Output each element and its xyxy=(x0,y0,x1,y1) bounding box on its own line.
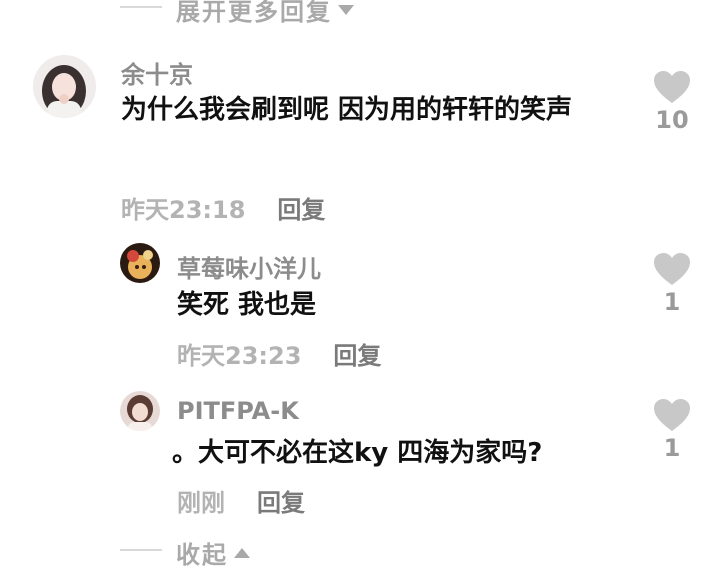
comment-time: 昨天23:18 xyxy=(121,196,246,224)
reply-time: 刚刚 xyxy=(177,489,225,517)
reply-meta: 昨天23:23 回复 xyxy=(177,336,381,371)
caret-down-icon xyxy=(338,4,354,15)
heart-icon xyxy=(654,253,690,285)
avatar[interactable] xyxy=(120,243,160,283)
avatar-image xyxy=(120,243,160,283)
avatar[interactable] xyxy=(120,391,160,431)
reply-button[interactable]: 回复 xyxy=(333,336,381,371)
comment-text: 为什么我会刷到呢 因为用的轩轩的笑声 xyxy=(121,95,573,125)
expand-more-replies-button[interactable]: 展开更多回复 xyxy=(176,0,354,27)
heart-icon xyxy=(654,399,690,431)
like-button[interactable]: 10 xyxy=(642,70,702,134)
reply-username[interactable]: PITFPA-K xyxy=(177,397,299,425)
like-button[interactable]: 1 xyxy=(642,252,702,316)
reply-button[interactable]: 回复 xyxy=(277,190,325,225)
collapse-replies-label: 收起 xyxy=(176,541,228,569)
comment-meta: 昨天23:18 回复 xyxy=(121,190,325,225)
reply-text: 笑死 我也是 xyxy=(177,290,317,320)
like-count: 1 xyxy=(663,434,681,462)
expand-divider-line xyxy=(120,6,162,8)
heart-icon xyxy=(654,71,690,103)
reply-time: 昨天23:23 xyxy=(177,342,302,370)
like-button[interactable]: 1 xyxy=(642,398,702,462)
like-count: 10 xyxy=(655,106,689,134)
avatar-image xyxy=(120,391,160,431)
reply-button[interactable]: 回复 xyxy=(257,483,305,518)
expand-more-replies-label: 展开更多回复 xyxy=(176,0,332,26)
reply-meta: 刚刚 回复 xyxy=(177,483,305,518)
collapse-divider-line xyxy=(120,549,162,551)
avatar[interactable] xyxy=(33,55,96,118)
reply-username[interactable]: 草莓味小洋儿 xyxy=(177,249,321,284)
comment-username[interactable]: 余十京 xyxy=(121,55,193,90)
avatar-image xyxy=(33,55,96,118)
reply-text: 。大可不必在这ky 四海为家吗? xyxy=(172,438,543,468)
caret-up-icon xyxy=(234,547,250,558)
like-count: 1 xyxy=(663,288,681,316)
collapse-replies-button[interactable]: 收起 xyxy=(176,535,250,570)
